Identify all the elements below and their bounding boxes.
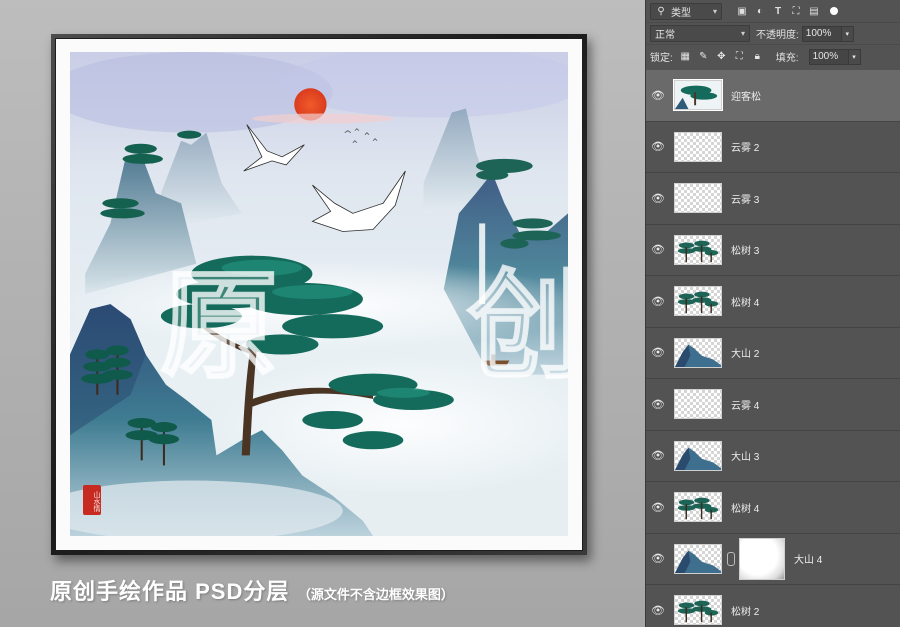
opacity-dropdown-icon[interactable]: ▾ (841, 25, 854, 42)
layer-row[interactable]: 👁︎ 云雾 4 (646, 379, 900, 431)
layer-row[interactable]: 👁︎ 大山 4 (646, 534, 900, 585)
layer-name[interactable]: 松树 4 (731, 500, 759, 515)
layer-row[interactable]: 👁︎ 云雾 3 (646, 173, 900, 225)
visibility-eye-icon[interactable]: 👁︎ (646, 604, 670, 617)
lock-label: 锁定: (650, 53, 673, 64)
visibility-eye-icon[interactable]: 👁︎ (646, 192, 670, 205)
layer-thumbnail[interactable] (674, 337, 722, 368)
red-seal-stamp: 山水情 (83, 485, 101, 515)
chevron-down-icon: ▾ (740, 29, 745, 38)
landscape-illustration (70, 52, 568, 536)
layer-thumbnail[interactable] (674, 131, 722, 162)
visibility-eye-icon[interactable]: 👁︎ (646, 140, 670, 153)
layer-name[interactable]: 松树 3 (731, 242, 759, 257)
layer-mask-thumbnail[interactable] (739, 537, 785, 580)
filter-toggle[interactable] (830, 7, 838, 15)
visibility-eye-icon[interactable]: 👁︎ (646, 398, 670, 411)
layer-name[interactable]: 云雾 4 (731, 397, 759, 412)
layer-name[interactable]: 迎客松 (731, 88, 761, 103)
layer-list: 👁︎ 迎客松 👁︎ 云雾 2 👁︎ 云雾 3 👁︎ 松树 3 👁︎ 松树 4 👁︎ 大山 2 👁︎ 云雾 … (646, 70, 900, 627)
lock-position-icon[interactable]: ✥ (716, 51, 727, 62)
layer-thumbnail[interactable] (674, 234, 722, 265)
document-canvas[interactable]: 原 创 山水情 原创手绘作品 PSD分层 （源文件不含边框效果图） (0, 0, 645, 627)
fill-input[interactable]: 100% (808, 48, 849, 65)
blend-mode-value: 正常 (655, 30, 675, 41)
blend-row: 正常 ▾ 不透明度: 100% ▾ (646, 22, 900, 44)
layer-thumbnail[interactable] (673, 79, 723, 112)
blend-mode-select[interactable]: 正常 ▾ (650, 25, 750, 42)
layer-thumbnail[interactable] (674, 440, 722, 471)
layer-row[interactable]: 👁︎ 松树 4 (646, 276, 900, 328)
layer-thumbnail[interactable] (674, 543, 722, 574)
visibility-eye-icon[interactable]: 👁︎ (646, 552, 670, 565)
visibility-eye-icon[interactable]: 👁︎ (646, 295, 670, 308)
filter-bar: ⚲ 类型 ▾ ▣ ◐ T ⛶ ▤ (646, 0, 900, 22)
visibility-eye-icon[interactable]: 👁︎ (646, 449, 670, 462)
picture-frame: 原 创 山水情 (51, 34, 587, 555)
lock-transparent-pixels-icon[interactable]: ▦ (680, 51, 691, 62)
layer-thumbnail[interactable] (674, 492, 722, 523)
layer-name[interactable]: 大山 2 (731, 345, 759, 360)
promo-caption: 原创手绘作品 PSD分层 （源文件不含边框效果图） (50, 574, 454, 606)
layer-thumbnail[interactable] (674, 389, 722, 420)
layer-thumbnail[interactable] (674, 286, 722, 317)
lock-artboard-icon[interactable]: ⛶ (734, 51, 745, 62)
lock-image-pixels-icon[interactable]: ✎ (698, 51, 709, 62)
caption-note: （源文件不含边框效果图） (297, 587, 454, 602)
layer-row[interactable]: 👁︎ 云雾 2 (646, 122, 900, 173)
visibility-eye-icon[interactable]: 👁︎ (646, 346, 670, 359)
fill-label: 填充: (775, 53, 799, 64)
visibility-eye-icon[interactable]: 👁︎ (646, 243, 670, 256)
mask-link-icon[interactable] (727, 551, 735, 566)
search-icon: ⚲ (657, 5, 665, 17)
visibility-eye-icon[interactable]: 👁︎ (646, 501, 670, 514)
layer-row[interactable]: 👁︎ 大山 2 (646, 328, 900, 379)
layer-row[interactable]: 👁︎ 迎客松 (646, 70, 900, 122)
layers-panel: ⚲ 类型 ▾ ▣ ◐ T ⛶ ▤ 正常 ▾ 不透明度: 100% ▾ 锁定: ▦… (645, 0, 900, 627)
caption-main: 原创手绘作品 PSD分层 (50, 579, 290, 604)
layer-row[interactable]: 👁︎ 松树 3 (646, 225, 900, 276)
layer-thumbnail[interactable] (674, 183, 722, 214)
layer-row[interactable]: 👁︎ 大山 3 (646, 431, 900, 482)
fill-value: 100% (812, 51, 839, 62)
filter-label: 类型 (671, 7, 691, 19)
opacity-input[interactable]: 100% (801, 25, 842, 42)
layer-name[interactable]: 云雾 2 (731, 139, 759, 154)
layer-name[interactable]: 云雾 3 (731, 191, 759, 206)
layer-row[interactable]: 👁︎ 松树 4 (646, 482, 900, 534)
image-filter-icon[interactable]: ▣ (736, 5, 748, 17)
lock-all-icon[interactable]: 🔒︎ (752, 51, 763, 62)
picture-mat: 原 创 山水情 (56, 39, 582, 550)
smart-object-filter-icon[interactable]: ▤ (808, 5, 820, 17)
layer-name[interactable]: 大山 3 (731, 448, 759, 463)
landscape-painting: 原 创 山水情 (70, 52, 568, 536)
layer-thumbnail[interactable] (674, 595, 722, 626)
visibility-eye-icon[interactable]: 👁︎ (646, 89, 670, 102)
layer-name[interactable]: 松树 4 (731, 294, 759, 309)
layer-row[interactable]: 👁︎ 松树 2 (646, 585, 900, 627)
lock-row: 锁定: ▦ ✎ ✥ ⛶ 🔒︎ 填充: 100% ▾ (646, 44, 900, 68)
layer-name[interactable]: 大山 4 (794, 551, 822, 566)
type-filter-icon[interactable]: T (772, 5, 784, 17)
layer-name[interactable]: 松树 2 (731, 603, 759, 618)
fill-dropdown-icon[interactable]: ▾ (848, 48, 861, 65)
layer-filter-select[interactable]: ⚲ 类型 ▾ (650, 2, 722, 20)
chevron-down-icon: ▾ (712, 6, 717, 16)
opacity-value: 100% (805, 28, 832, 39)
shape-filter-icon[interactable]: ⛶ (790, 5, 802, 17)
adjustment-filter-icon[interactable]: ◐ (754, 5, 766, 17)
opacity-label: 不透明度: (756, 30, 799, 41)
